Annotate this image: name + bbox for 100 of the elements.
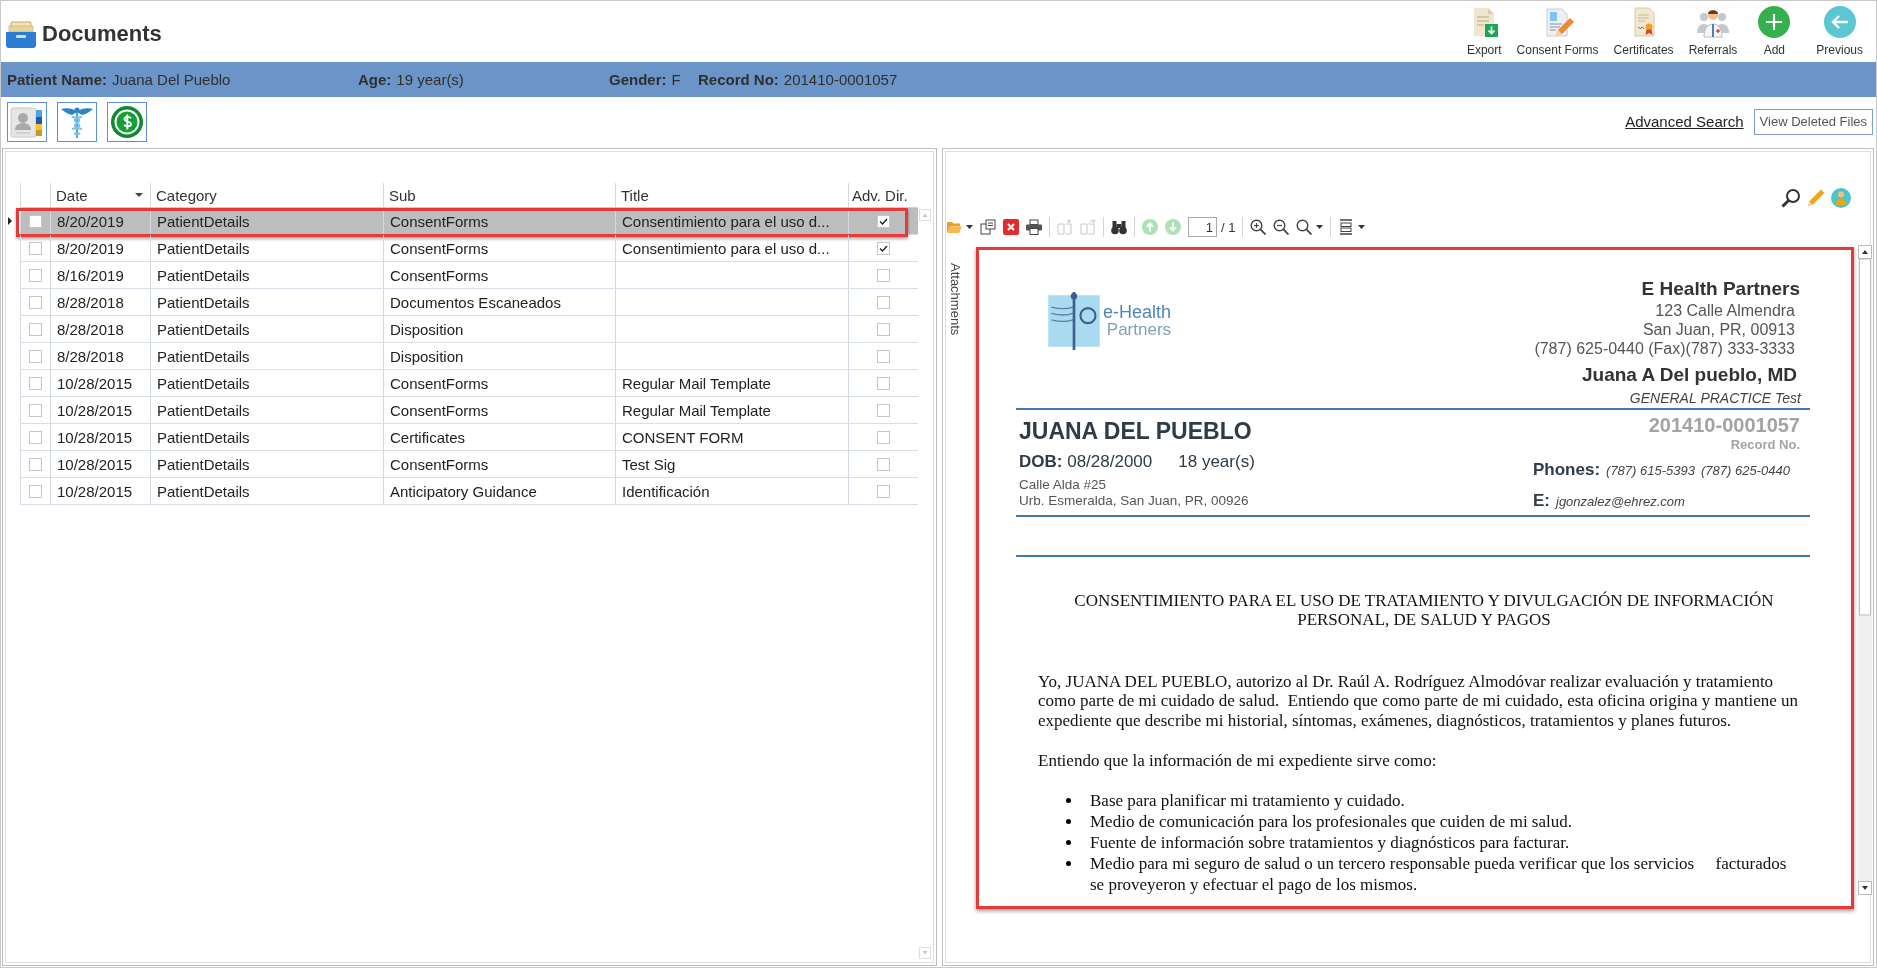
table-row[interactable]: 10/28/2015 PatientDetails ConsentForms Test Sig xyxy=(20,451,918,478)
checkbox[interactable] xyxy=(877,484,890,498)
bullet-icon xyxy=(1066,818,1071,824)
checkbox[interactable] xyxy=(877,403,890,417)
table-row[interactable]: 8/28/2018 PatientDetails Disposition xyxy=(20,316,918,343)
column-header[interactable]: Category xyxy=(150,183,383,207)
attachments-tab[interactable]: Attachments xyxy=(948,263,963,336)
checkbox[interactable] xyxy=(877,322,890,336)
caret-icon[interactable] xyxy=(966,225,973,229)
checkbox[interactable] xyxy=(877,214,890,228)
page-number-field[interactable]: 1 xyxy=(1188,217,1217,237)
organization-address: (787) 625-0440 (Fax)(787) 333-3333 xyxy=(1534,339,1796,358)
table-cell: Disposition xyxy=(383,316,615,342)
field-label: Patient Name: xyxy=(7,71,108,88)
table-row[interactable]: 10/28/2015 PatientDetails ConsentForms Regular Mail Template xyxy=(20,370,918,397)
caret-icon[interactable] xyxy=(1358,225,1366,229)
referrals-button[interactable]: Referrals xyxy=(1688,6,1738,58)
table-cell: PatientDetails xyxy=(150,424,383,450)
checkbox[interactable] xyxy=(29,241,42,255)
certificates-button[interactable]: Certificates xyxy=(1613,6,1674,58)
caduceus-button[interactable] xyxy=(57,101,97,142)
checkbox[interactable] xyxy=(29,430,42,444)
search-icon[interactable] xyxy=(1781,188,1801,208)
column-header[interactable]: Adv. Dir. xyxy=(848,183,918,207)
record-number: 201410-0001057 xyxy=(1647,413,1800,437)
patient-name: JUANA DEL PUEBLO xyxy=(1019,417,1253,445)
column-header[interactable]: Title xyxy=(615,183,848,207)
checkbox[interactable] xyxy=(877,349,890,363)
table-cell: 8/28/2018 xyxy=(50,289,150,315)
copy-icon[interactable] xyxy=(980,219,996,235)
patient-address: Urb. Esmeralda, San Juan, PR, 00926 xyxy=(1019,492,1250,508)
email-label: E: xyxy=(1533,491,1550,511)
magnifier-icon[interactable] xyxy=(1296,219,1313,235)
binoculars-icon[interactable] xyxy=(1111,219,1127,235)
column-header[interactable]: Date xyxy=(50,183,150,207)
add-button[interactable]: Add xyxy=(1757,6,1792,58)
caret-icon[interactable] xyxy=(1316,225,1324,229)
contact-card-button[interactable] xyxy=(7,101,47,142)
print-icon[interactable] xyxy=(1026,219,1042,235)
column-header[interactable]: Sub xyxy=(383,183,615,207)
table-row[interactable]: 8/16/2019 PatientDetails ConsentForms xyxy=(20,262,918,289)
phones-label: Phones: xyxy=(1533,460,1601,480)
table-cell: Identificación xyxy=(615,478,848,504)
table-row[interactable]: 8/28/2018 PatientDetails Disposition xyxy=(20,343,918,370)
checkbox[interactable] xyxy=(29,349,42,363)
table-cell: PatientDetails xyxy=(150,316,383,342)
advanced-search-link[interactable]: Advanced Search xyxy=(1625,113,1744,130)
organization-address: 123 Calle Almendra xyxy=(1654,301,1796,320)
checkbox[interactable] xyxy=(29,484,42,498)
export-button[interactable]: Export xyxy=(1466,6,1502,58)
table-row[interactable]: 10/28/2015 PatientDetails ConsentForms Regular Mail Template xyxy=(20,397,918,424)
table-cell: Regular Mail Template xyxy=(615,370,848,396)
checkbox[interactable] xyxy=(877,295,890,309)
pencil-icon[interactable] xyxy=(1806,188,1826,208)
table-cell: 8/20/2019 xyxy=(50,235,150,261)
table-row[interactable]: 8/28/2018 PatientDetails Documentos Escaneados xyxy=(20,289,918,316)
checkbox[interactable] xyxy=(29,295,42,309)
checkbox[interactable] xyxy=(29,403,42,417)
checkbox[interactable] xyxy=(877,268,890,282)
table-cell: 8/28/2018 xyxy=(50,316,150,342)
zoom-out-icon[interactable] xyxy=(1273,219,1290,235)
field-label: Record No: xyxy=(698,71,779,88)
person-icon[interactable] xyxy=(1831,188,1851,208)
table-cell: PatientDetails xyxy=(150,208,383,234)
checkbox[interactable] xyxy=(877,241,890,255)
table-row[interactable]: 10/28/2015 PatientDetails Anticipatory Guidance Identificación xyxy=(20,478,918,505)
consent-forms-button[interactable]: Consent Forms xyxy=(1516,6,1599,58)
table-cell: Certificates xyxy=(383,424,615,450)
billing-button[interactable] xyxy=(107,101,147,142)
checkbox[interactable] xyxy=(29,457,42,471)
field-label: Gender: xyxy=(609,71,667,88)
table-cell: 10/28/2015 xyxy=(50,424,150,450)
scrollbar[interactable] xyxy=(918,208,932,960)
close-icon[interactable] xyxy=(1003,219,1019,235)
checkbox[interactable] xyxy=(877,457,890,471)
table-cell: 10/28/2015 xyxy=(50,451,150,477)
zoom-in-icon[interactable] xyxy=(1250,219,1267,235)
scrollbar[interactable] xyxy=(1858,245,1872,895)
checkbox[interactable] xyxy=(877,376,890,390)
sort-caret-icon xyxy=(135,193,143,197)
checkbox[interactable] xyxy=(877,430,890,444)
field-value: Juana Del Pueblo xyxy=(112,71,231,88)
checkbox[interactable] xyxy=(29,322,42,336)
plus-circle-icon xyxy=(1758,6,1791,38)
table-cell: Regular Mail Template xyxy=(615,397,848,423)
checkbox[interactable] xyxy=(29,268,42,282)
table-cell: 8/20/2019 xyxy=(50,208,150,234)
table-row[interactable]: 10/28/2015 PatientDetails Certificates CONSENT FORM xyxy=(20,424,918,451)
checkbox[interactable] xyxy=(29,376,42,390)
view-deleted-files-button[interactable]: View Deleted Files xyxy=(1753,108,1873,135)
organization-address: San Juan, PR, 00913 xyxy=(1641,320,1796,339)
table-row[interactable]: 8/20/2019 PatientDetails ConsentForms Consentimiento para el uso d... xyxy=(20,235,918,262)
previous-button[interactable]: Previous xyxy=(1816,6,1863,58)
table-cell: PatientDetails xyxy=(150,397,383,423)
table-cell: Consentimiento para el uso d... xyxy=(615,235,848,261)
organization-name: E Health Partners xyxy=(1640,277,1800,301)
checkbox[interactable] xyxy=(29,214,42,228)
table-cell: Consentimiento para el uso d... xyxy=(615,208,848,234)
logo-text: e-Health xyxy=(1103,303,1172,321)
page-layout-icon[interactable] xyxy=(1338,219,1355,235)
